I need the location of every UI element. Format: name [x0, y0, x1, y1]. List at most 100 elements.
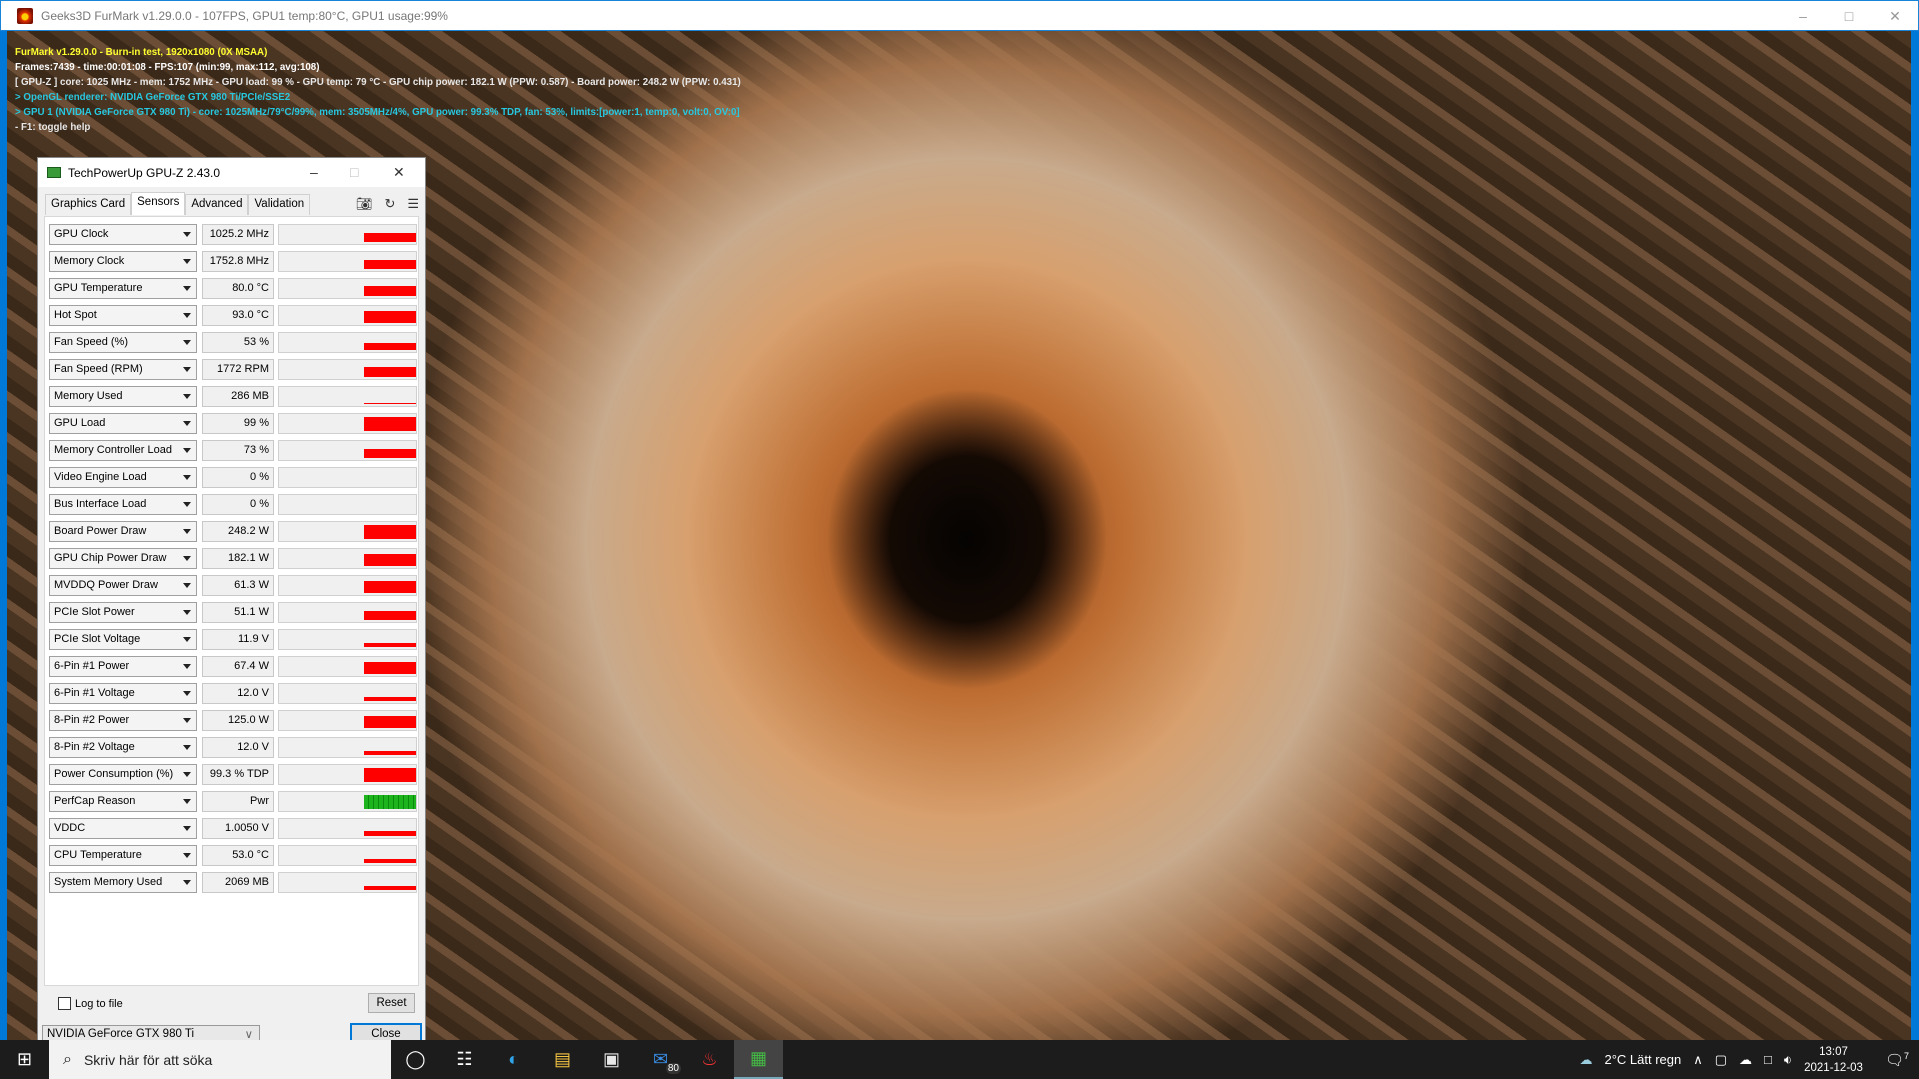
sensor-name-dropdown[interactable]: GPU Temperature	[49, 278, 197, 299]
dropdown-arrow-icon	[183, 232, 191, 237]
network-icon[interactable]: □	[1764, 1052, 1772, 1067]
sensor-value: 12.0 V	[202, 683, 274, 704]
dropdown-arrow-icon	[183, 583, 191, 588]
sensor-name-dropdown[interactable]: Fan Speed (%)	[49, 332, 197, 353]
sensor-name-dropdown[interactable]: GPU Clock	[49, 224, 197, 245]
search-box[interactable]: ⌕ Skriv här för att söka	[49, 1040, 391, 1079]
start-button[interactable]: ⊞	[0, 1040, 49, 1079]
sensor-value: 99.3 % TDP	[202, 764, 274, 785]
sensor-name-dropdown[interactable]: Fan Speed (RPM)	[49, 359, 197, 380]
sensor-row: Hot Spot 93.0 °C	[49, 305, 417, 326]
sensor-graph-fill	[364, 751, 416, 755]
tab-sensors[interactable]: Sensors	[131, 192, 186, 215]
sensor-value: 125.0 W	[202, 710, 274, 731]
sensor-name-dropdown[interactable]: GPU Chip Power Draw	[49, 548, 197, 569]
sensor-name-dropdown[interactable]: GPU Load	[49, 413, 197, 434]
sensor-name-dropdown[interactable]: System Memory Used	[49, 872, 197, 893]
weather-icon[interactable]: ☁	[1579, 1052, 1592, 1068]
store-icon[interactable]: ▣	[587, 1040, 636, 1079]
weather-text[interactable]: 2°C Lätt regn	[1604, 1052, 1681, 1067]
clock[interactable]: 13:07 2021-12-03	[1804, 1044, 1863, 1076]
meet-now-icon[interactable]: ▢	[1715, 1052, 1727, 1068]
close-window-button[interactable]: ✕	[1872, 1, 1918, 31]
sensor-name-dropdown[interactable]: 8-Pin #2 Voltage	[49, 737, 197, 758]
dropdown-arrow-icon	[183, 745, 191, 750]
log-to-file-checkbox[interactable]: Log to file	[58, 997, 123, 1010]
sensor-row: Video Engine Load 0 %	[49, 467, 417, 488]
sensor-name-dropdown[interactable]: Power Consumption (%)	[49, 764, 197, 785]
sensor-name-dropdown[interactable]: Memory Controller Load	[49, 440, 197, 461]
dropdown-arrow-icon	[183, 367, 191, 372]
tab-advanced[interactable]: Advanced	[185, 194, 249, 215]
minimize-button[interactable]: –	[1780, 1, 1826, 31]
sensor-name-dropdown[interactable]: Board Power Draw	[49, 521, 197, 542]
sensor-row: CPU Temperature 53.0 °C	[49, 845, 417, 866]
furmark-title-bar[interactable]: Geeks3D FurMark v1.29.0.0 - 107FPS, GPU1…	[0, 0, 1919, 31]
sensor-name: 8-Pin #2 Voltage	[54, 741, 135, 753]
sensor-name-dropdown[interactable]: Bus Interface Load	[49, 494, 197, 515]
furmark-taskbar-icon[interactable]: ♨	[685, 1040, 734, 1079]
sensor-row: PCIe Slot Power 51.1 W	[49, 602, 417, 623]
clock-time: 13:07	[1819, 1045, 1848, 1058]
dropdown-arrow-icon	[183, 664, 191, 669]
sensor-row: Memory Clock 1752.8 MHz	[49, 251, 417, 272]
task-view-icon[interactable]: ☷	[440, 1040, 489, 1079]
sensor-name-dropdown[interactable]: PerfCap Reason	[49, 791, 197, 812]
checkbox-box[interactable]	[58, 997, 71, 1010]
sensor-name-dropdown[interactable]: Memory Clock	[49, 251, 197, 272]
reset-button[interactable]: Reset	[368, 993, 415, 1013]
tab-validation[interactable]: Validation	[248, 194, 311, 215]
sensor-graph-fill	[364, 581, 416, 593]
gpuz-maximize-button[interactable]: □	[350, 158, 358, 187]
gpuz-minimize-button[interactable]: –	[310, 158, 318, 187]
tab-graphics-card[interactable]: Graphics Card	[45, 194, 132, 215]
edge-icon[interactable]: ◐	[489, 1040, 538, 1079]
menu-icon[interactable]: ☰	[407, 196, 419, 212]
sensor-name-dropdown[interactable]: 6-Pin #1 Power	[49, 656, 197, 677]
dropdown-arrow-icon	[183, 853, 191, 858]
sensor-name-dropdown[interactable]: 8-Pin #2 Power	[49, 710, 197, 731]
sensor-row: PerfCap Reason Pwr	[49, 791, 417, 812]
file-explorer-icon[interactable]: ▤	[538, 1040, 587, 1079]
sensor-value: 11.9 V	[202, 629, 274, 650]
dropdown-arrow-icon	[183, 448, 191, 453]
gpuz-title-bar[interactable]: TechPowerUp GPU-Z 2.43.0 – □ ✕	[38, 158, 425, 187]
dropdown-arrow-icon	[183, 286, 191, 291]
sensor-name-dropdown[interactable]: VDDC	[49, 818, 197, 839]
sensor-name-dropdown[interactable]: Hot Spot	[49, 305, 197, 326]
sensor-row: Fan Speed (%) 53 %	[49, 332, 417, 353]
sensor-name-dropdown[interactable]: 6-Pin #1 Voltage	[49, 683, 197, 704]
sensor-graph-fill	[364, 611, 416, 620]
osd-line: - F1: toggle help	[15, 121, 91, 133]
chevron-up-icon[interactable]: ∧	[1693, 1052, 1703, 1068]
sensor-row: 6-Pin #1 Power 67.4 W	[49, 656, 417, 677]
gpuz-close-button[interactable]: ✕	[393, 158, 405, 187]
camera-icon[interactable]: 📷︎	[356, 196, 373, 212]
notifications-icon[interactable]: 🗨︎7	[1885, 1051, 1909, 1069]
sensor-name-dropdown[interactable]: Memory Used	[49, 386, 197, 407]
sensor-value: 67.4 W	[202, 656, 274, 677]
maximize-button[interactable]: □	[1826, 1, 1872, 31]
cortana-icon[interactable]: ◯	[391, 1040, 440, 1079]
mail-icon[interactable]: ✉ 80	[636, 1040, 685, 1079]
sensor-name: GPU Chip Power Draw	[54, 552, 167, 564]
sensor-graph	[278, 575, 417, 596]
sensor-graph	[278, 737, 417, 758]
sensors-panel: GPU Clock 1025.2 MHz Memory Clock 1752.8 MH…	[42, 216, 422, 1045]
refresh-icon[interactable]: ↻	[384, 196, 395, 212]
sensor-name-dropdown[interactable]: Video Engine Load	[49, 467, 197, 488]
gpuz-taskbar-icon[interactable]: ▦	[734, 1040, 783, 1079]
sensor-row: VDDC 1.0050 V	[49, 818, 417, 839]
sensor-graph	[278, 467, 417, 488]
sensor-name-dropdown[interactable]: CPU Temperature	[49, 845, 197, 866]
sensor-graph	[278, 386, 417, 407]
search-placeholder: Skriv här för att söka	[83, 1051, 213, 1068]
sensor-name-dropdown[interactable]: MVDDQ Power Draw	[49, 575, 197, 596]
sensor-name: Fan Speed (%)	[54, 336, 128, 348]
osd-line: > GPU 1 (NVIDIA GeForce GTX 980 Ti) - co…	[15, 106, 740, 118]
sensor-graph	[278, 278, 417, 299]
sensor-name-dropdown[interactable]: PCIe Slot Power	[49, 602, 197, 623]
onedrive-icon[interactable]: ☁	[1739, 1052, 1752, 1068]
volume-icon[interactable]: 🔉︎	[1784, 1052, 1792, 1068]
sensor-name-dropdown[interactable]: PCIe Slot Voltage	[49, 629, 197, 650]
